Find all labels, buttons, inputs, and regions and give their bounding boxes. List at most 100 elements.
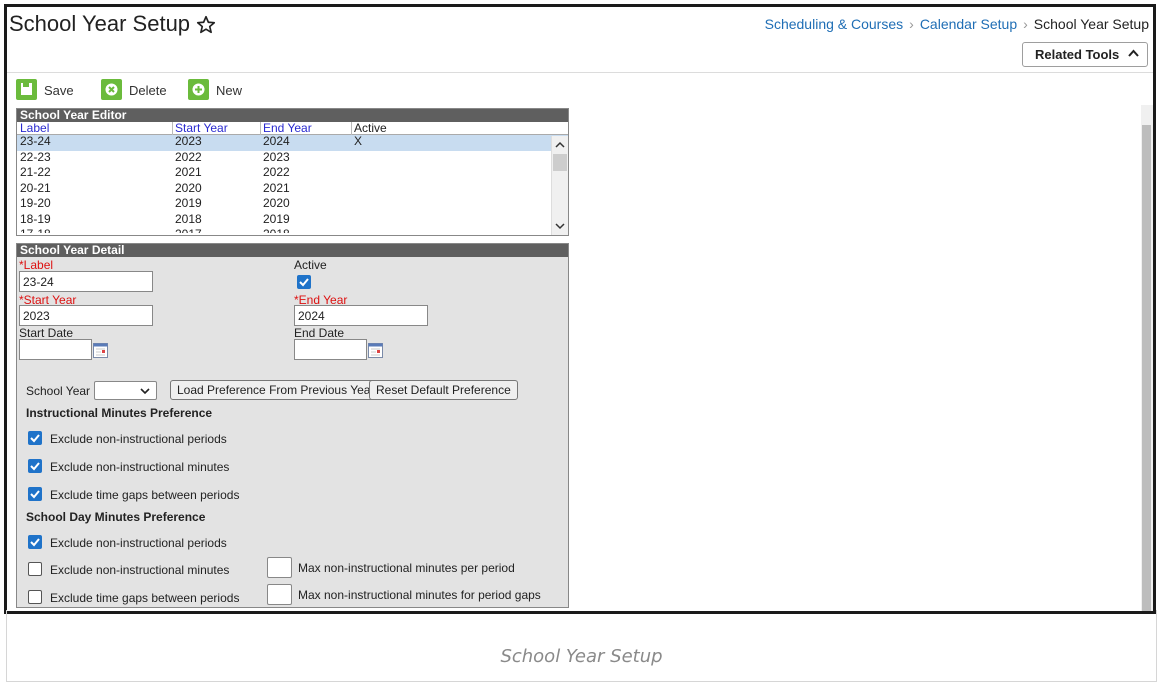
row-start-year: 2021 — [175, 165, 202, 179]
check-icon — [30, 490, 40, 499]
column-header-label[interactable]: Label — [20, 122, 49, 135]
start-date-field[interactable] — [19, 339, 92, 360]
chevron-up-icon — [1128, 49, 1139, 57]
row-end-year: 2019 — [263, 211, 290, 226]
row-end-year: 2020 — [263, 196, 290, 210]
row-label: 19-20 — [20, 196, 51, 210]
checkbox-label: Exclude non-instructional periods — [50, 432, 227, 446]
chevron-down-icon[interactable] — [555, 221, 565, 231]
checkbox-label: Exclude time gaps between periods — [50, 488, 240, 502]
load-preference-button[interactable]: Load Preference From Previous Year — [170, 380, 382, 400]
school-year-caption: School Year — [26, 384, 91, 398]
column-divider — [172, 122, 173, 135]
chevron-up-icon[interactable] — [555, 140, 565, 150]
row-end-year: 2022 — [263, 165, 290, 179]
row-start-year: 2017 — [175, 228, 202, 234]
table-row[interactable]: 19-20 2019 2020 — [17, 197, 568, 213]
check-icon — [30, 462, 40, 471]
reset-preference-button[interactable]: Reset Default Preference — [369, 380, 518, 400]
start-year-field[interactable]: 2023 — [19, 305, 153, 326]
row-start-year: 2022 — [175, 149, 202, 164]
editor-scrollbar[interactable] — [551, 136, 568, 235]
column-header-end-year[interactable]: End Year — [263, 122, 312, 135]
row-label: 22-23 — [20, 149, 51, 164]
row-start-year: 2023 — [175, 135, 202, 148]
calendar-icon[interactable] — [93, 343, 108, 358]
school-day-minutes-title: School Day Minutes Preference — [26, 510, 206, 524]
row-label: 20-21 — [20, 180, 51, 195]
breadcrumb-scheduling-courses[interactable]: Scheduling & Courses — [765, 16, 904, 32]
school-year-editor: School Year Editor Label Start Year End … — [16, 108, 569, 236]
row-start-year: 2020 — [175, 180, 202, 195]
row-start-year: 2019 — [175, 196, 202, 210]
breadcrumb-calendar-setup[interactable]: Calendar Setup — [920, 16, 1017, 32]
breadcrumb-current: School Year Setup — [1033, 16, 1149, 32]
row-label: 21-22 — [20, 165, 51, 179]
table-row[interactable]: 23-24 2023 2024 X — [17, 135, 568, 151]
max-minutes-period-gaps-input[interactable] — [267, 584, 292, 605]
row-label: 17-18 — [20, 228, 51, 234]
chevron-right-icon: › — [909, 16, 914, 32]
active-checkbox[interactable] — [297, 275, 311, 289]
max-minutes-period-gaps-label: Max non-instructional minutes for period… — [298, 588, 541, 602]
table-row[interactable]: 20-21 2020 2021 — [17, 180, 568, 198]
new-button[interactable]: New — [188, 79, 258, 103]
table-row[interactable]: 21-22 2021 2022 — [17, 166, 568, 182]
main-scrollbar[interactable] — [1141, 105, 1153, 611]
checkbox-label: Exclude time gaps between periods — [50, 591, 240, 605]
checkbox-instr-minutes[interactable] — [28, 459, 42, 473]
checkbox-day-minutes[interactable] — [28, 562, 42, 576]
row-end-year: 2024 — [263, 135, 290, 148]
related-tools-label: Related Tools — [1035, 47, 1120, 62]
delete-button[interactable]: Delete — [101, 79, 181, 103]
delete-icon — [101, 79, 122, 100]
end-year-field[interactable]: 2024 — [294, 305, 428, 326]
check-icon — [30, 538, 40, 547]
label-field[interactable]: 23-24 — [19, 271, 153, 292]
active-caption: Active — [294, 258, 327, 272]
instructional-minutes-title: Instructional Minutes Preference — [26, 406, 213, 420]
row-start-year: 2018 — [175, 211, 202, 226]
chevron-down-icon — [140, 388, 150, 395]
plus-icon — [188, 79, 209, 100]
editor-rows: 23-24 2023 2024 X 22-23 2022 2023 21-22 … — [17, 135, 568, 233]
save-icon — [16, 79, 37, 100]
delete-label: Delete — [129, 83, 167, 98]
school-year-select[interactable] — [94, 381, 157, 400]
start-date-caption: Start Date — [19, 326, 74, 340]
calendar-icon[interactable] — [368, 343, 383, 358]
page-header: School Year Setup Scheduling & Courses › C… — [7, 7, 1153, 73]
checkbox-day-gaps[interactable] — [28, 590, 42, 604]
checkbox-day-periods[interactable] — [28, 535, 42, 549]
max-minutes-per-period-input[interactable] — [267, 557, 292, 578]
main-scrollbar-thumb[interactable] — [1142, 125, 1151, 611]
star-icon[interactable] — [195, 14, 217, 36]
chevron-right-icon: › — [1023, 16, 1028, 32]
row-active: X — [354, 135, 363, 148]
row-end-year: 2021 — [263, 180, 290, 195]
checkbox-instr-periods[interactable] — [28, 431, 42, 445]
table-row[interactable]: 17-18 2017 2018 — [17, 228, 568, 234]
figure-caption: School Year Setup — [500, 646, 663, 667]
school-year-detail: School Year Detail *Label 23-24 Active *… — [16, 243, 569, 608]
check-icon — [299, 278, 309, 287]
page-title: School Year Setup — [9, 11, 191, 36]
column-divider — [260, 122, 261, 135]
check-icon — [30, 434, 40, 443]
column-header-start-year[interactable]: Start Year — [175, 122, 228, 135]
row-label: 23-24 — [20, 135, 51, 148]
save-label: Save — [44, 83, 74, 98]
save-button[interactable]: Save — [16, 79, 86, 103]
end-date-caption: End Date — [294, 326, 345, 340]
row-end-year: 2023 — [263, 149, 290, 164]
breadcrumb: Scheduling & Courses › Calendar Setup › Scho… — [765, 16, 1149, 32]
end-date-field[interactable] — [294, 339, 367, 360]
column-header-active[interactable]: Active — [354, 122, 387, 135]
table-row[interactable]: 22-23 2022 2023 — [17, 149, 568, 167]
related-tools-button[interactable]: Related Tools — [1022, 42, 1148, 67]
checkbox-instr-gaps[interactable] — [28, 487, 42, 501]
column-divider — [351, 122, 352, 135]
editor-scrollbar-thumb[interactable] — [553, 154, 567, 171]
table-row[interactable]: 18-19 2018 2019 — [17, 211, 568, 229]
label-caption: *Label — [19, 258, 54, 272]
